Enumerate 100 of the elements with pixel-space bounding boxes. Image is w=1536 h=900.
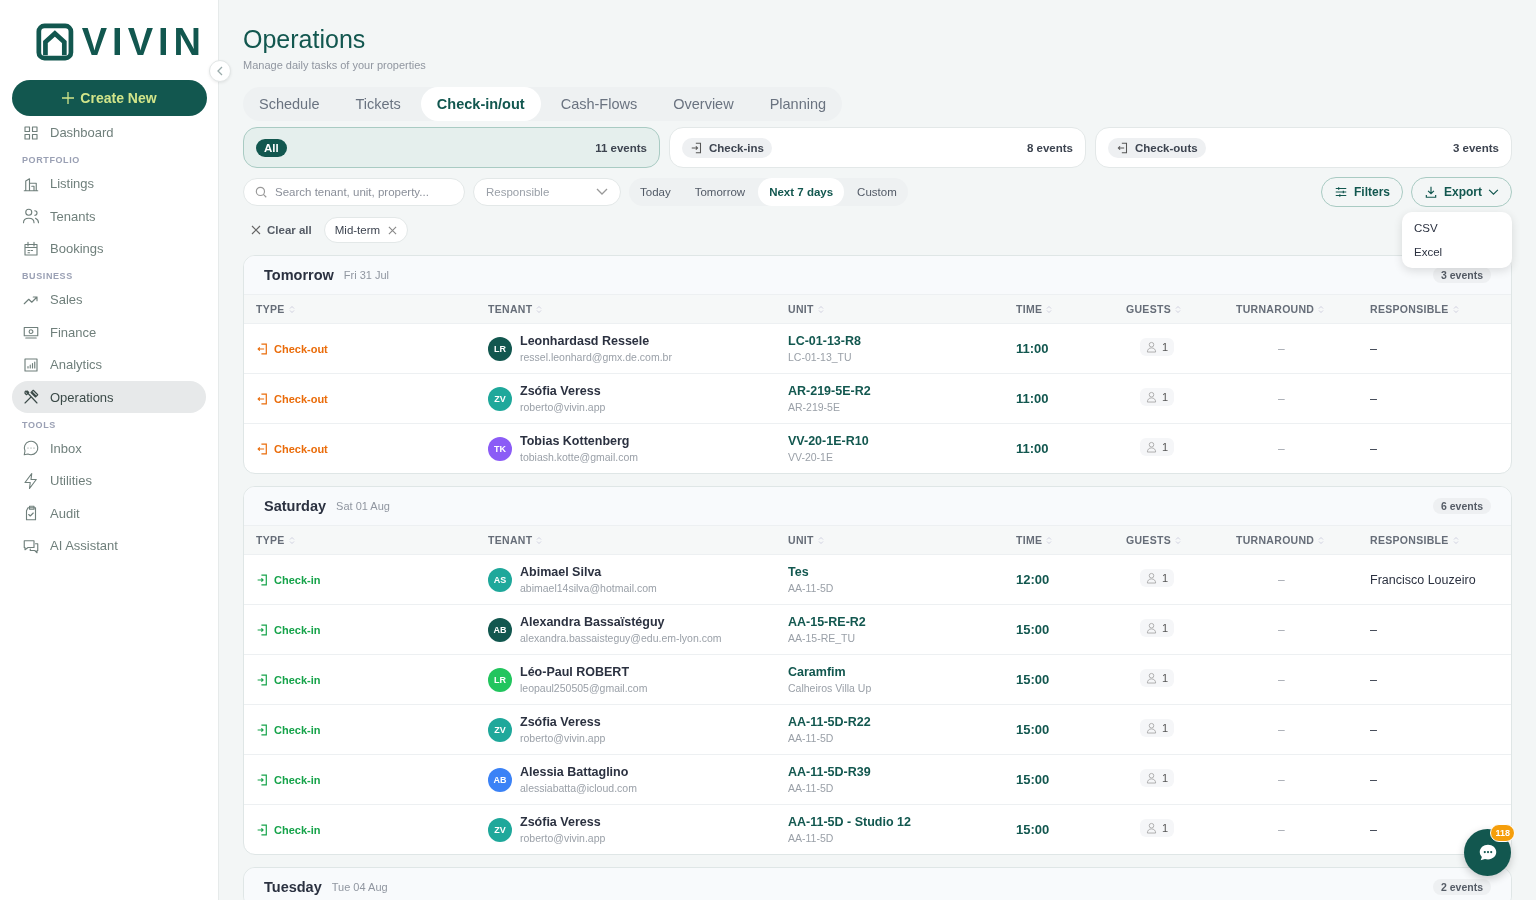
column-header[interactable]: TURNAROUND xyxy=(1236,303,1370,315)
unit-code[interactable]: VV-20-1E-R10 xyxy=(788,434,1016,448)
guest-count: 1 xyxy=(1140,337,1175,356)
day-date: Fri 31 Jul xyxy=(343,269,390,281)
tenant-email: alexandra.bassaisteguy@edu.em-lyon.com xyxy=(520,632,722,644)
turnaround-value: – xyxy=(1277,441,1285,456)
logo-wordmark: VIVIN xyxy=(81,22,206,62)
avatar: TK xyxy=(488,436,512,461)
nav-item[interactable]: Bookings xyxy=(12,232,206,265)
avatar: ZV xyxy=(488,386,512,411)
nav-item[interactable]: Analytics xyxy=(12,348,206,381)
event-type: Check-out xyxy=(256,341,488,356)
door-arrow-icon xyxy=(690,140,704,155)
avatar: AB xyxy=(488,767,512,792)
menu-item[interactable]: Excel xyxy=(1402,240,1512,264)
door-arrow-icon xyxy=(256,822,269,837)
nav-item[interactable]: Operations xyxy=(12,381,206,413)
person-icon xyxy=(1146,340,1157,353)
guest-count: 1 xyxy=(1140,437,1175,456)
nav-item[interactable]: Audit xyxy=(12,497,206,529)
date-range-option[interactable]: Tomorrow xyxy=(683,178,757,206)
turnaround-value: – xyxy=(1277,391,1285,406)
date-range-option[interactable]: Today xyxy=(629,178,682,206)
nav-item[interactable]: AI Assistant xyxy=(12,529,206,562)
house-logo-icon xyxy=(36,22,74,62)
person-icon xyxy=(1146,440,1157,453)
tab[interactable]: Schedule xyxy=(243,87,336,121)
event-filter-card[interactable]: All 11 events xyxy=(243,127,660,168)
date-range-option[interactable]: Next 7 days xyxy=(758,178,845,206)
event-time: 15:00 xyxy=(1016,822,1051,837)
column-header[interactable]: UNIT xyxy=(788,303,1016,315)
clear-all-button[interactable]: Clear all xyxy=(251,224,312,236)
download-icon xyxy=(1424,185,1438,199)
nav-item[interactable]: Finance xyxy=(12,316,206,348)
tenant-email: roberto@vivin.app xyxy=(520,832,606,844)
unit-code[interactable]: AA-11-5D - Studio 12 xyxy=(788,815,1016,829)
tab[interactable]: Tickets xyxy=(339,87,417,121)
responsible-value: Francisco Louzeiro xyxy=(1370,572,1476,587)
nav-item[interactable]: Dashboard xyxy=(12,116,206,149)
person-icon xyxy=(1146,390,1157,403)
tenant-name: Zsófia Veress xyxy=(520,815,602,829)
guest-count: 1 xyxy=(1140,768,1175,787)
unit-code[interactable]: AA-11-5D-R22 xyxy=(788,715,1016,729)
event-filter-card[interactable]: Check-outs 3 events xyxy=(1095,127,1512,168)
responsible-value: – xyxy=(1370,441,1377,456)
unit-code[interactable]: AR-219-5E-R2 xyxy=(788,384,1016,398)
create-new-button[interactable]: Create New xyxy=(12,80,207,116)
column-header[interactable]: TENANT xyxy=(488,534,788,546)
column-header[interactable]: UNIT xyxy=(788,534,1016,546)
door-arrow-icon xyxy=(256,672,269,687)
menu-item[interactable]: CSV xyxy=(1402,216,1512,240)
event-time: 11:00 xyxy=(1016,341,1050,356)
nav-item[interactable]: Tenants xyxy=(12,200,206,232)
tab[interactable]: Planning xyxy=(753,87,843,121)
unit-code[interactable]: Tes xyxy=(788,565,1016,579)
filter-chip[interactable]: Mid-term xyxy=(323,217,409,243)
column-header[interactable]: TYPE xyxy=(256,303,488,315)
door-arrow-icon xyxy=(1116,140,1130,155)
column-header[interactable]: GUESTS xyxy=(1126,534,1236,546)
turnaround-value: – xyxy=(1277,772,1285,787)
tab[interactable]: Overview xyxy=(657,87,750,121)
responsible-value: – xyxy=(1370,391,1377,406)
event-time: 15:00 xyxy=(1016,672,1051,687)
nav-item[interactable]: Inbox xyxy=(12,432,206,464)
column-header[interactable]: TENANT xyxy=(488,303,788,315)
avatar: LR xyxy=(488,667,512,692)
person-icon xyxy=(1146,571,1157,584)
date-range-option[interactable]: Custom xyxy=(846,178,908,206)
tab[interactable]: Check-in/out xyxy=(420,87,541,121)
search-field[interactable]: Search tenant, unit, property... xyxy=(243,178,465,206)
nav-item[interactable]: Listings xyxy=(12,167,206,200)
column-header[interactable]: TURNAROUND xyxy=(1236,534,1370,546)
turnaround-value: – xyxy=(1277,722,1285,737)
person-icon xyxy=(1146,771,1157,784)
unit-code[interactable]: AA-15-RE-R2 xyxy=(788,615,1016,629)
tenant-name: Léo-Paul ROBERT xyxy=(520,665,631,679)
column-header[interactable]: TIME xyxy=(1016,534,1126,546)
nav-icon xyxy=(22,123,40,142)
column-header[interactable]: RESPONSIBLE xyxy=(1370,534,1511,546)
tab[interactable]: Cash-Flows xyxy=(544,87,654,121)
door-arrow-icon xyxy=(256,341,269,356)
column-header[interactable]: GUESTS xyxy=(1126,303,1236,315)
responsible-select[interactable]: Responsible xyxy=(473,178,621,206)
event-type: Check-in xyxy=(256,722,488,737)
door-arrow-icon xyxy=(256,772,269,787)
nav-item[interactable]: Utilities xyxy=(12,464,206,497)
column-header[interactable]: RESPONSIBLE xyxy=(1370,303,1511,315)
door-arrow-icon xyxy=(256,441,269,456)
door-arrow-icon xyxy=(256,722,269,737)
unit-code[interactable]: LC-01-13-R8 xyxy=(788,334,1016,348)
column-header[interactable]: TYPE xyxy=(256,534,488,546)
turnaround-value: – xyxy=(1277,622,1285,637)
event-filter-card[interactable]: Check-ins 8 events xyxy=(669,127,1086,168)
event-count-badge: 6 events xyxy=(1432,498,1491,514)
column-header[interactable]: TIME xyxy=(1016,303,1126,315)
nav-item[interactable]: Sales xyxy=(12,283,206,316)
responsible-value: – xyxy=(1370,822,1377,837)
unit-code[interactable]: Caramfim xyxy=(788,665,1016,679)
unit-property: LC-01-13_TU xyxy=(788,351,853,363)
unit-code[interactable]: AA-11-5D-R39 xyxy=(788,765,1016,779)
